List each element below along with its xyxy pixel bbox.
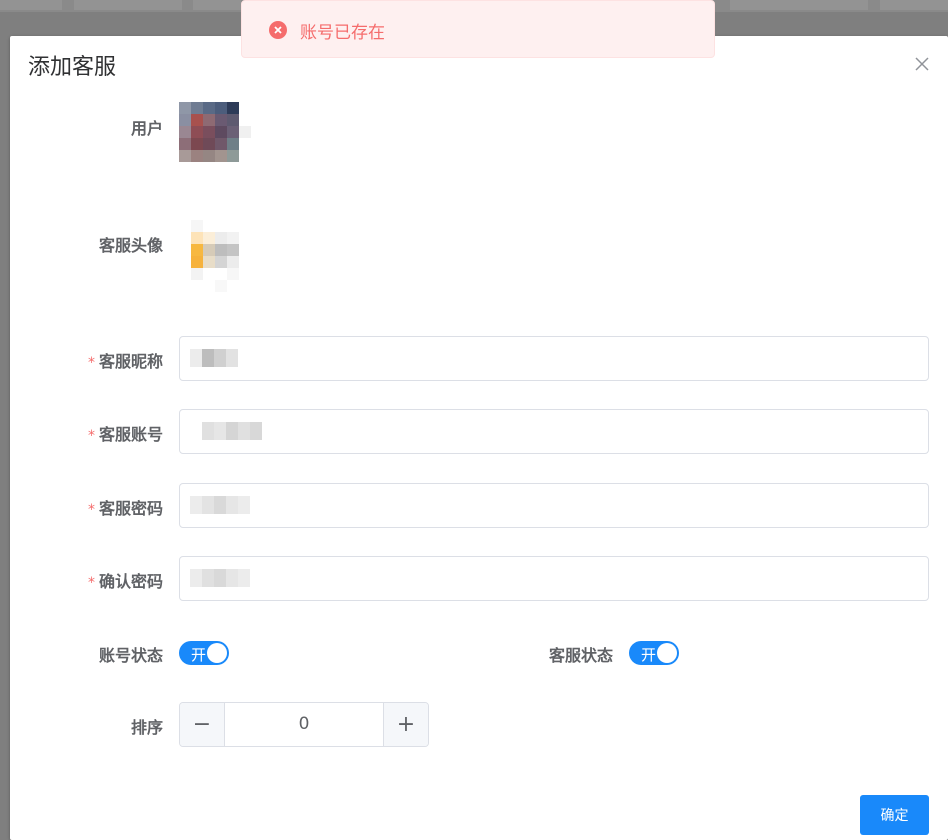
user-avatar-image [179, 102, 251, 174]
confirm-password-label: * 确认密码 [87, 572, 163, 591]
nickname-label: * 客服昵称 [87, 352, 163, 371]
add-customer-service-dialog: 添加客服 用户 客服头像 *客服昵称 *客服账号 *客服密码 *确认密码 [10, 36, 948, 840]
toast-message: 账号已存在 [300, 23, 385, 43]
service-status-switch[interactable]: 开 [629, 641, 679, 665]
nickname-input[interactable] [179, 336, 929, 381]
password-input[interactable] [179, 483, 929, 528]
password-label: * 客服密码 [87, 499, 163, 518]
error-circle-icon [269, 21, 287, 39]
switch-knob [657, 643, 677, 663]
account-status-label: 账号状态 [98, 646, 163, 665]
account-input[interactable] [179, 409, 929, 454]
confirm-password-value-blurred [190, 569, 250, 587]
nickname-value-blurred [190, 349, 238, 367]
account-label: * 客服账号 [87, 425, 163, 444]
dialog-title: 添加客服 [28, 55, 117, 80]
user-label: 用户 [130, 119, 163, 138]
confirm-password-input[interactable] [179, 556, 929, 601]
increment-button[interactable]: + [383, 703, 428, 746]
service-avatar-image [179, 220, 251, 292]
service-avatar-upload[interactable] [179, 220, 251, 292]
sort-value[interactable]: 0 [225, 714, 383, 734]
plus-icon: + [396, 712, 416, 737]
confirm-button[interactable]: 确定 [860, 795, 929, 835]
minus-icon: − [192, 712, 212, 737]
background-block [880, 0, 948, 10]
close-icon[interactable] [914, 56, 930, 72]
background-block [74, 0, 182, 10]
user-avatar[interactable] [179, 102, 251, 174]
account-status-switch-text: 开 [191, 646, 207, 664]
password-value-blurred [190, 496, 250, 514]
switch-knob [207, 643, 227, 663]
background-block [0, 0, 62, 10]
account-status-switch[interactable]: 开 [179, 641, 229, 665]
error-toast: 账号已存在 [241, 0, 715, 58]
sort-stepper[interactable]: − 0 + [179, 702, 429, 747]
background-block [193, 0, 241, 10]
decrement-button[interactable]: − [180, 703, 225, 746]
service-status-label: 客服状态 [548, 646, 613, 665]
service-status-switch-text: 开 [641, 646, 657, 664]
account-value-blurred [202, 422, 262, 440]
sort-label: 排序 [130, 718, 163, 737]
background-block [730, 0, 868, 10]
avatar-label: 客服头像 [98, 236, 163, 255]
